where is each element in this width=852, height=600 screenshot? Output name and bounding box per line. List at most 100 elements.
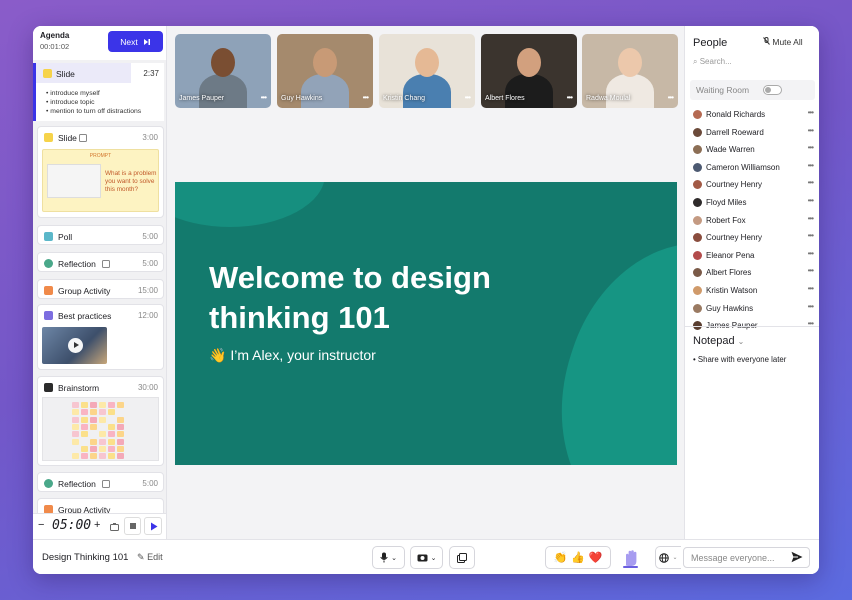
increase-time-icon[interactable]: + (94, 519, 100, 531)
more-options-icon[interactable]: ••• (808, 266, 814, 275)
more-options-icon[interactable]: ••• (808, 214, 814, 223)
stop-icon (130, 523, 136, 529)
decrease-time-icon[interactable]: − (38, 519, 44, 531)
sticky-note (72, 416, 79, 423)
message-input[interactable]: Message everyone... (683, 547, 810, 568)
camera-button[interactable]: ⌄ (410, 546, 443, 569)
agenda-item-poll[interactable]: Poll 5:00 (37, 225, 164, 245)
sticky-note (108, 402, 115, 408)
more-options-icon[interactable]: ••• (808, 108, 814, 117)
participant-row[interactable]: Cameron Williamson ••• (693, 161, 815, 177)
more-options-icon[interactable]: ••• (808, 143, 814, 152)
more-options-icon[interactable]: ••• (465, 93, 471, 102)
next-button-label: Next (120, 36, 138, 47)
timer-settings-icon[interactable] (110, 523, 119, 531)
more-options-icon[interactable]: ••• (808, 161, 814, 170)
participant-row[interactable]: Wade Warren ••• (693, 143, 815, 159)
video-tile[interactable]: Radwa Moulal ••• (582, 34, 678, 108)
globe-icon (659, 552, 670, 563)
video-thumbnail[interactable] (42, 327, 107, 364)
people-search-input[interactable]: ⌕ Search... (693, 57, 732, 67)
pencil-icon: ✎ (137, 552, 145, 562)
agenda-item-brainstorm[interactable]: Brainstorm 30:00 (37, 376, 164, 466)
participant-name: Ronald Richards (706, 110, 766, 119)
more-options-icon[interactable]: ••• (668, 93, 674, 102)
agenda-item-reflection-2[interactable]: Reflection 5:00 (37, 472, 164, 492)
more-options-icon[interactable]: ••• (808, 249, 814, 258)
search-placeholder: Search... (699, 57, 732, 66)
video-tile[interactable]: Kristin Chang ••• (379, 34, 475, 108)
agenda-item-best-practices[interactable]: Best practices 12:00 (37, 304, 164, 370)
agenda-header: Agenda 00:01:02 Next (33, 26, 166, 60)
participant-row[interactable]: Courtney Henry ••• (693, 178, 815, 194)
video-tile[interactable]: Guy Hawkins ••• (277, 34, 373, 108)
sticky-note (99, 431, 106, 438)
more-options-icon[interactable]: ••• (808, 126, 814, 135)
participant-row[interactable]: James Pauper••• (693, 319, 815, 335)
participant-row[interactable]: Albert Flores ••• (693, 266, 815, 282)
agenda-item-group-activity[interactable]: Group Activity 15:00 (37, 279, 164, 299)
agenda-elapsed: 00:01:02 (40, 42, 70, 51)
more-options-icon[interactable]: ••• (808, 196, 814, 205)
participant-row[interactable]: Robert Fox ••• (693, 214, 815, 230)
microphone-button[interactable]: ⌄ (372, 546, 405, 569)
agenda-item-duration: 30:00 (137, 383, 158, 392)
participant-row[interactable]: Eleanor Pena ••• (693, 249, 815, 265)
more-options-icon[interactable]: ••• (261, 93, 267, 102)
agenda-item-slide-1[interactable]: Slide 2:37 • introduce myself • introduc… (33, 63, 164, 121)
play-timer-button[interactable] (144, 517, 162, 535)
message-placeholder: Message everyone... (691, 553, 775, 563)
more-options-icon[interactable]: ••• (808, 284, 814, 293)
participant-name: Eleanor Pena (706, 250, 755, 260)
sticky-note (108, 409, 115, 416)
participant-row[interactable]: Courtney Henry ••• (693, 231, 815, 247)
notes-icon (102, 260, 110, 268)
slide-thumbnail: PROMPT What is a problem you want to sol… (42, 149, 159, 212)
sticky-note (90, 438, 97, 445)
video-tile[interactable]: Albert Flores ••• (481, 34, 577, 108)
waiting-room-label: Waiting Room (696, 85, 750, 95)
more-options-icon[interactable]: ••• (808, 302, 814, 311)
more-options-icon[interactable]: ••• (363, 93, 369, 102)
sticky-note (99, 402, 106, 408)
send-icon[interactable] (791, 551, 803, 563)
notepad-title[interactable]: Notepad ⌄ (693, 335, 744, 347)
notepad-item[interactable]: • Share with everyone later (693, 355, 786, 364)
brainstorm-board-thumbnail (42, 397, 159, 461)
sticky-note (117, 445, 124, 452)
more-options-icon[interactable]: ••• (808, 231, 814, 240)
sticky-note (90, 453, 97, 460)
next-button[interactable]: Next (108, 31, 163, 52)
agenda-item-reflection[interactable]: Reflection 5:00 (37, 252, 164, 272)
participant-name: Robert Fox (706, 215, 746, 225)
avatar (693, 127, 702, 137)
waiting-room-toggle[interactable] (763, 85, 782, 95)
video-icon (44, 311, 53, 320)
timer-value[interactable]: 05:00 (52, 518, 91, 533)
mute-all-button[interactable]: Mute All (763, 37, 803, 47)
bottom-toolbar: Design Thinking 101 ✎ Edit ⌄ ⌄ 👏 👍 ❤️ ⌄ … (33, 539, 819, 574)
notes-icon (102, 480, 110, 488)
participant-name: Guy Hawkins (706, 303, 754, 313)
participant-row[interactable]: Floyd Miles ••• (693, 196, 815, 212)
participant-row[interactable]: Guy Hawkins ••• (693, 302, 815, 318)
edit-button[interactable]: ✎ Edit (137, 552, 163, 563)
participant-row[interactable]: Kristin Watson ••• (693, 284, 815, 300)
stop-timer-button[interactable] (124, 517, 141, 535)
more-options-icon[interactable]: ••• (808, 178, 814, 187)
more-options-icon[interactable]: ••• (567, 93, 573, 102)
participant-row[interactable]: Darrell Roeward ••• (693, 126, 815, 142)
screen-share-button[interactable] (449, 546, 475, 569)
language-button[interactable]: ⌄ (655, 546, 681, 569)
sticky-note (99, 416, 106, 423)
participant-row[interactable]: Ronald Richards ••• (693, 108, 815, 124)
sticky-note (108, 423, 115, 430)
agenda-item-slide-2[interactable]: Slide 3:00 PROMPT What is a problem you … (37, 126, 164, 218)
heart-reaction-button[interactable]: ❤️ (589, 551, 603, 564)
participant-face (618, 48, 642, 77)
mic-muted-icon (763, 37, 770, 45)
raise-hand-button[interactable] (616, 546, 644, 569)
thumbs-up-reaction-button[interactable]: 👍 (571, 551, 585, 564)
clap-reaction-button[interactable]: 👏 (553, 551, 567, 564)
video-tile[interactable]: James Pauper ••• (175, 34, 271, 108)
